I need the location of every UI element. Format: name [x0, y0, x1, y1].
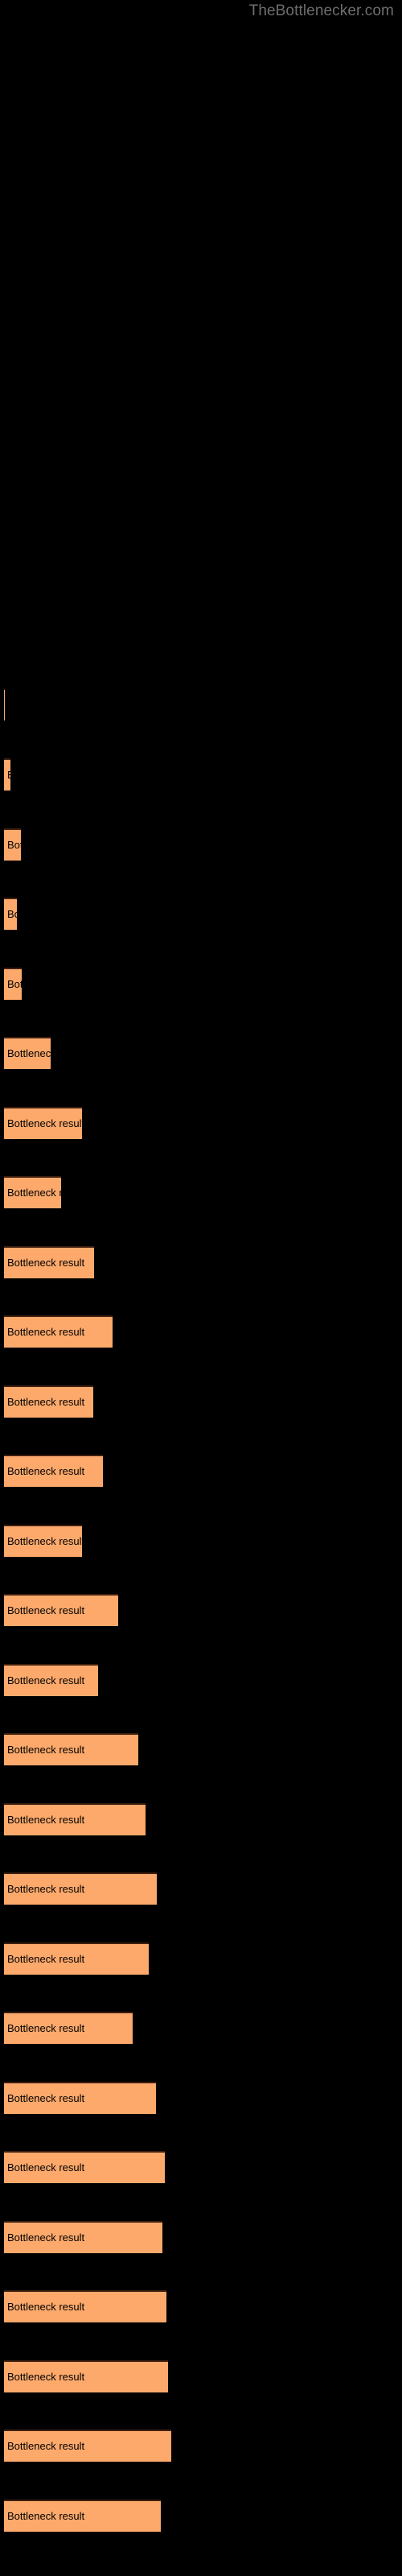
- bar[interactable]: [4, 1525, 82, 1557]
- bar[interactable]: [4, 1942, 149, 1975]
- bar[interactable]: [4, 1385, 93, 1418]
- bar[interactable]: [4, 1037, 51, 1069]
- bar[interactable]: [4, 1246, 94, 1278]
- bar[interactable]: [4, 2221, 162, 2253]
- bar-label: Bottleneck result: [7, 698, 85, 711]
- bar-label: Bottleneck result: [7, 768, 85, 781]
- bar[interactable]: [4, 968, 22, 1000]
- bar[interactable]: [4, 1594, 118, 1626]
- bar[interactable]: [4, 1664, 98, 1696]
- bar[interactable]: [4, 758, 10, 791]
- bar[interactable]: [4, 2290, 166, 2322]
- bar[interactable]: [4, 828, 21, 861]
- bar[interactable]: [4, 1315, 113, 1348]
- bar-chart-plot-area: Bottleneck result Bottleneck result Bottle…: [0, 0, 402, 2576]
- bar-label: Bottleneck result: [7, 907, 85, 920]
- chart-root: TheBottlenecker.com Bottleneck result Bot…: [0, 0, 402, 2576]
- bar[interactable]: [4, 1803, 146, 1835]
- bar[interactable]: [4, 1176, 61, 1208]
- bar[interactable]: [4, 688, 5, 720]
- bar[interactable]: [4, 2500, 161, 2532]
- bar[interactable]: [4, 2151, 165, 2183]
- bar[interactable]: [4, 2082, 156, 2114]
- bar[interactable]: [4, 898, 17, 930]
- bar[interactable]: [4, 2429, 171, 2462]
- bar[interactable]: [4, 1107, 82, 1139]
- bar[interactable]: [4, 1733, 138, 1765]
- bar[interactable]: [4, 1872, 157, 1905]
- bar[interactable]: [4, 2012, 133, 2044]
- bar[interactable]: [4, 1455, 103, 1487]
- bar[interactable]: [4, 2360, 168, 2392]
